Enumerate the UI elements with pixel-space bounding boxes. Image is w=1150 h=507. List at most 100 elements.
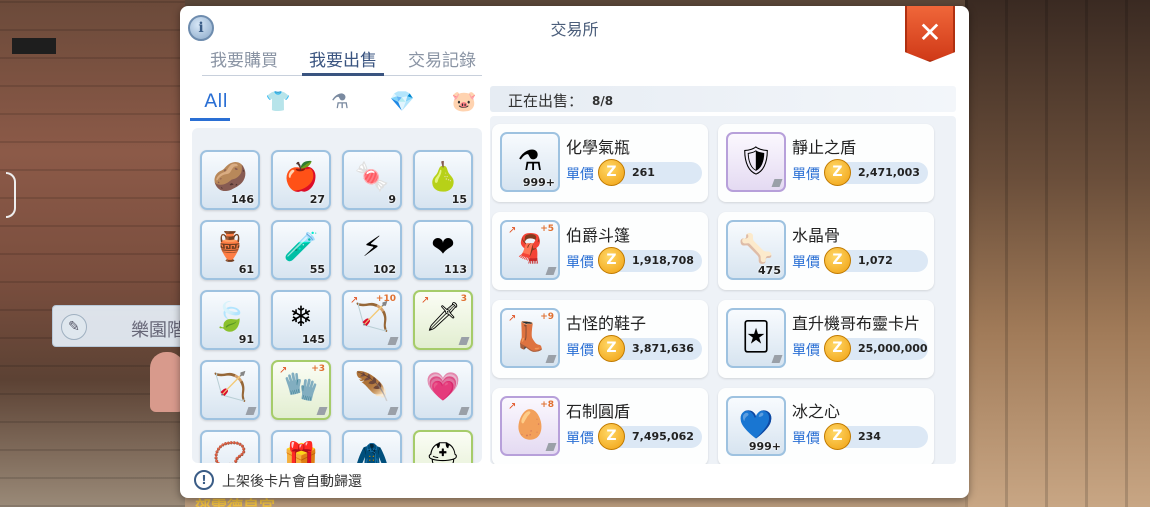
card-category-icon[interactable]: 🐷 [444, 86, 484, 116]
upgrade-arrow-icon: ↗ [508, 225, 517, 236]
potion-icon[interactable]: ⚗ [320, 86, 360, 116]
item-quantity: 9 [388, 193, 396, 206]
item-slot: ⚗ 999+ [500, 132, 560, 192]
inventory-slot[interactable]: 🗡 ↗ 3 [413, 290, 473, 350]
price-pill: Z 234 [824, 423, 928, 450]
selling-card[interactable]: 🦴 475 水晶骨 單價 Z 1,072 [718, 212, 934, 290]
apple-juice-icon: 🍎 [283, 160, 319, 193]
item-slot: 👢 ↗ +9 [500, 308, 560, 368]
npc-character[interactable] [150, 352, 184, 412]
price-row: 單價 Z 1,072 [792, 247, 928, 274]
selling-card[interactable]: 🛡 靜止之盾 單價 Z 2,471,003 [718, 124, 934, 202]
item-quantity: 61 [238, 263, 254, 276]
tab-buy[interactable]: 我要購買 [210, 46, 278, 71]
exclamation-icon: ! [194, 470, 214, 490]
inventory-slot[interactable]: 🍬 9 [342, 150, 402, 210]
close-button[interactable]: ✕ [905, 6, 955, 62]
inventory-slot[interactable]: 🍐 15 [413, 150, 473, 210]
map-sign-label: 樂園階 [131, 320, 185, 341]
clay-jar-icon: 🏺 [212, 230, 248, 263]
selling-list[interactable]: ⚗ 999+ 化學氣瓶 單價 Z 261 🛡 靜止之盾 單價 Z 2,471,003 🧣 ↗ +5 伯爵斗篷… [490, 116, 956, 464]
upgrade-level: +9 [540, 312, 554, 322]
inventory-slot[interactable]: ❤ 113 [413, 220, 473, 280]
item-icon: 💙 [738, 408, 774, 441]
equipment-corner-icon [771, 355, 783, 363]
upgrade-level: +10 [375, 294, 396, 304]
selling-card[interactable]: 🃏 直升機哥布靈卡片 單價 Z 25,000,000 [718, 300, 934, 378]
upgrade-arrow-icon: ↗ [508, 313, 517, 324]
price-pill: Z 7,495,062 [598, 423, 702, 450]
item-quantity: 27 [309, 193, 325, 206]
inventory-slot[interactable]: 🧪 55 [271, 220, 331, 280]
inventory-slot[interactable]: 🎁 [271, 430, 331, 463]
equipment-corner-icon [387, 407, 399, 415]
unit-price-label: 單價 [792, 343, 820, 359]
green-lightning-icon: ⚡ [362, 230, 382, 263]
equipment-corner-icon [545, 355, 557, 363]
tab-sell[interactable]: 我要出售 [309, 46, 377, 71]
feather-leaf-icon: 🍃 [212, 300, 248, 333]
chat-log-box [12, 38, 56, 54]
equipment-corner-icon [545, 443, 557, 451]
inventory-slot[interactable]: ❄ 145 [271, 290, 331, 350]
upgrade-level: +8 [540, 400, 554, 410]
price-row: 單價 Z 3,871,636 [566, 335, 702, 362]
selling-card[interactable]: ⚗ 999+ 化學氣瓶 單價 Z 261 [492, 124, 708, 202]
item-quantity: 91 [238, 333, 254, 346]
candy-icon: 🍬 [354, 160, 390, 193]
price-pill: Z 1,918,708 [598, 247, 702, 274]
inventory-slot[interactable]: ⛑ [413, 430, 473, 463]
price-pill: Z 261 [598, 159, 702, 186]
price-row: 單價 Z 261 [566, 159, 702, 186]
inventory-slot[interactable]: 🏹 ↗ +10 [342, 290, 402, 350]
inventory-grid[interactable]: 🥔 146 🍎 27 🍬 9 🍐 15 🏺 61 🧪 55 ⚡ 102 ❤ 113 🍃 91 ❄ 145 🏹 ↗ +10 🗡 ↗… [192, 128, 482, 463]
selling-card[interactable]: 🧣 ↗ +5 伯爵斗篷 單價 Z 1,918,708 [492, 212, 708, 290]
price-pill: Z 3,871,636 [598, 335, 702, 362]
item-quantity: 102 [373, 263, 396, 276]
inventory-slot[interactable]: 🪶 [342, 360, 402, 420]
zeny-coin-icon: Z [598, 335, 625, 362]
selling-card[interactable]: 👢 ↗ +9 古怪的鞋子單價 Z 3,871,636 [492, 300, 708, 378]
ice-crystal-icon: ❄ [289, 300, 313, 333]
item-name: 古怪的鞋子 [566, 314, 647, 333]
price-row: 單價 Z 234 [792, 423, 928, 450]
inventory-slot[interactable]: 🥔 146 [200, 150, 260, 210]
inventory-slot[interactable]: 🏹 [200, 360, 260, 420]
price-value: 1,918,708 [632, 254, 694, 267]
inventory-slot[interactable]: ⚡ 102 [342, 220, 402, 280]
price-value: 234 [858, 430, 881, 443]
zeny-coin-icon: Z [824, 159, 851, 186]
map-sign[interactable]: ✎ 樂園階 [52, 305, 192, 347]
category-all[interactable]: All [196, 86, 236, 116]
inventory-slot[interactable]: 🧤 ↗ +3 [271, 360, 331, 420]
upgrade-level: +3 [311, 364, 325, 374]
equipment-corner-icon [458, 337, 470, 345]
item-icon: 👢 [512, 320, 548, 353]
unit-price-label: 單價 [792, 255, 820, 271]
unit-price-label: 單價 [566, 255, 594, 271]
inventory-slot[interactable]: 💗 [413, 360, 473, 420]
price-value: 2,471,003 [858, 166, 920, 179]
inventory-slot[interactable]: 🍃 91 [200, 290, 260, 350]
zeny-coin-icon: Z [824, 335, 851, 362]
price-pill: Z 2,471,003 [824, 159, 928, 186]
zeny-coin-icon: Z [824, 423, 851, 450]
item-slot: 🃏 [726, 308, 786, 368]
inventory-slot[interactable]: 🧥 [342, 430, 402, 463]
inventory-slot[interactable]: 🍎 27 [271, 150, 331, 210]
exchange-panel: i 交易所 ✕ 我要購買 我要出售 交易記錄 All 👕 ⚗ 💎 🐷 🥔 146 🍎… [180, 6, 969, 498]
purple-feather-icon: 🪶 [354, 370, 390, 403]
gem-icon[interactable]: 💎 [382, 86, 422, 116]
inventory-slot[interactable]: 📿 [200, 430, 260, 463]
tab-history[interactable]: 交易記錄 [408, 46, 476, 71]
shirt-icon[interactable]: 👕 [258, 86, 298, 116]
side-menu-handle[interactable] [6, 172, 16, 218]
heart-staff-icon: 💗 [425, 370, 461, 403]
item-quantity: 145 [302, 333, 325, 346]
item-icon: 🦴 [738, 232, 774, 265]
price-row: 單價 Z 2,471,003 [792, 159, 928, 186]
equipment-corner-icon [545, 267, 557, 275]
inventory-slot[interactable]: 🏺 61 [200, 220, 260, 280]
selling-card[interactable]: 🥚 ↗ +8 石制圓盾 單價 Z 7,495,062 [492, 388, 708, 464]
selling-card[interactable]: 💙 999+ 冰之心 單價 Z 234 [718, 388, 934, 464]
